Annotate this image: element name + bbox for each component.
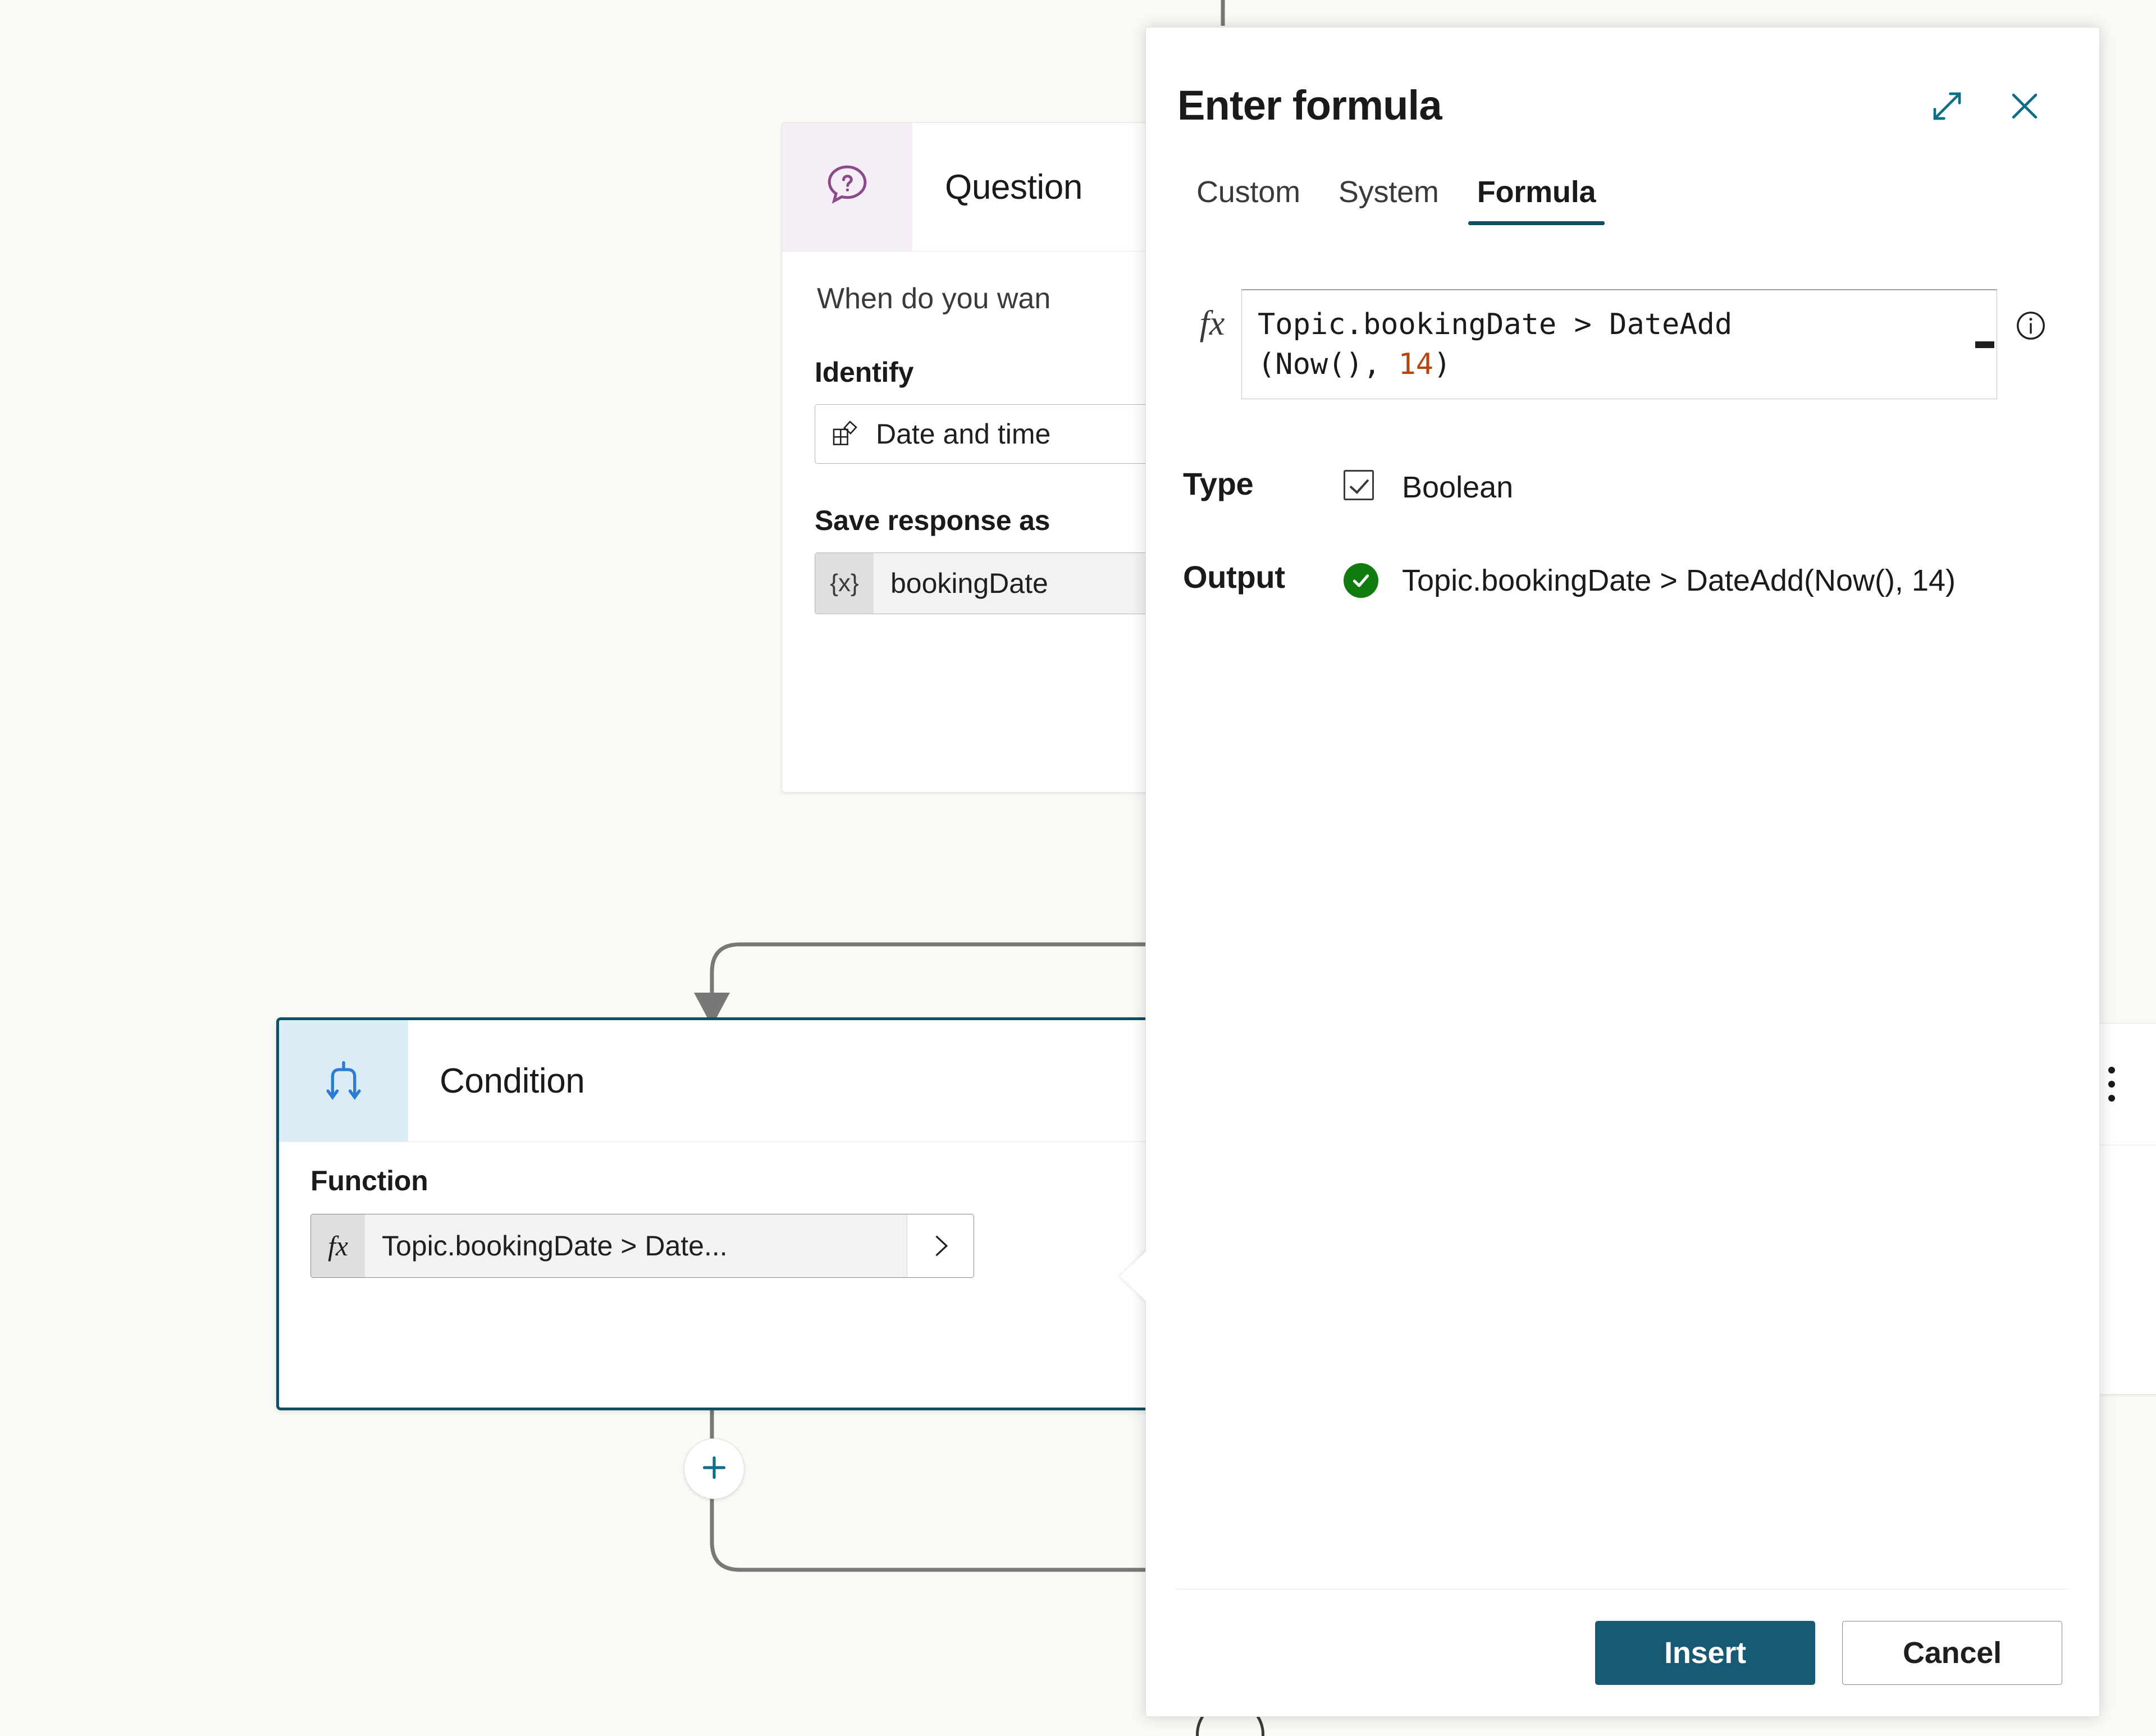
formula-line-2-prefix: (Now(), [1258,348,1398,381]
formula-input[interactable]: Topic.bookingDate > DateAdd (Now(), 14) [1241,289,1997,399]
tab-system[interactable]: System [1319,175,1458,225]
question-prompt-text: When do you wan [817,282,1194,316]
formula-number-literal: 14 [1398,348,1433,381]
formula-editor-row: fx Topic.bookingDate > DateAdd (Now(), 14… [1146,289,2099,399]
output-value: Topic.bookingDate > DateAdd(Now(), 14) [1402,560,2062,601]
formula-line-2-suffix: ) [1433,348,1451,381]
question-icon-rail [782,123,912,251]
variable-braces-icon: {x} [815,553,874,614]
entity-grid-icon [830,418,861,450]
close-icon [2006,87,2044,127]
type-marker [1344,467,1402,500]
save-response-label: Save response as [815,504,1194,537]
fx-icon: fx [1183,289,1241,344]
formula-line-1: Topic.bookingDate > DateAdd [1258,308,1732,341]
expand-diagonal-icon [1929,88,1966,126]
save-response-variable-field[interactable]: {x} bookingDate [815,552,1194,614]
tab-formula[interactable]: Formula [1458,175,1615,225]
expand-dialog-button[interactable] [1923,83,1971,131]
function-label: Function [310,1164,1202,1197]
question-bubble-icon [821,160,873,214]
identify-value: Date and time [876,418,1050,450]
info-circle-icon[interactable] [2013,308,2048,346]
condition-node-body: Function fx Topic.bookingDate > Date... [279,1142,1234,1278]
resize-grip-icon[interactable] [1975,341,1994,348]
add-node-button[interactable] [684,1438,744,1499]
chevron-right-icon[interactable] [907,1214,974,1277]
checkbox-checked-icon [1344,470,1374,500]
enter-formula-dialog[interactable]: Enter formula [1145,27,2100,1717]
dialog-footer: Insert Cancel [1146,1589,2099,1716]
output-row: Output Topic.bookingDate > DateAdd(Now()… [1183,560,2062,601]
dialog-tabs[interactable]: Custom System Formula [1146,175,2099,225]
output-label: Output [1183,560,1344,595]
plus-icon [698,1452,730,1486]
dialog-header-actions [1923,79,2049,131]
tab-custom[interactable]: Custom [1177,175,1319,225]
condition-node-card[interactable]: Condition Function fx Topic.bookingDate … [276,1017,1236,1410]
cancel-button[interactable]: Cancel [1842,1621,2062,1685]
identify-label: Identify [815,356,1194,389]
formula-info-slot [1997,289,2064,346]
condition-node-title: Condition [408,1020,1149,1141]
function-value: Topic.bookingDate > Date... [365,1214,907,1277]
dialog-callout-beak [1120,1250,1147,1302]
output-marker [1344,560,1402,598]
close-dialog-button[interactable] [2000,83,2049,131]
app-screen: Question When do you wan Identify Date a… [0,0,2156,1736]
type-value: Boolean [1402,467,2062,508]
type-row: Type Boolean [1183,467,2062,508]
type-label: Type [1183,467,1344,501]
dialog-title: Enter formula [1177,79,1923,126]
insert-button[interactable]: Insert [1595,1621,1815,1685]
dialog-header: Enter formula [1146,28,2099,131]
identify-dropdown[interactable]: Date and time [815,404,1194,464]
condition-icon-rail [279,1020,408,1141]
success-check-icon [1344,563,1378,598]
branch-condition-icon [319,1056,368,1107]
fx-icon: fx [311,1214,365,1277]
function-field[interactable]: fx Topic.bookingDate > Date... [310,1214,974,1278]
more-vertical-icon[interactable] [2108,1067,2115,1102]
formula-metadata: Type Boolean Output Topic.bookingDate > … [1146,467,2099,601]
condition-node-header[interactable]: Condition [279,1020,1234,1142]
